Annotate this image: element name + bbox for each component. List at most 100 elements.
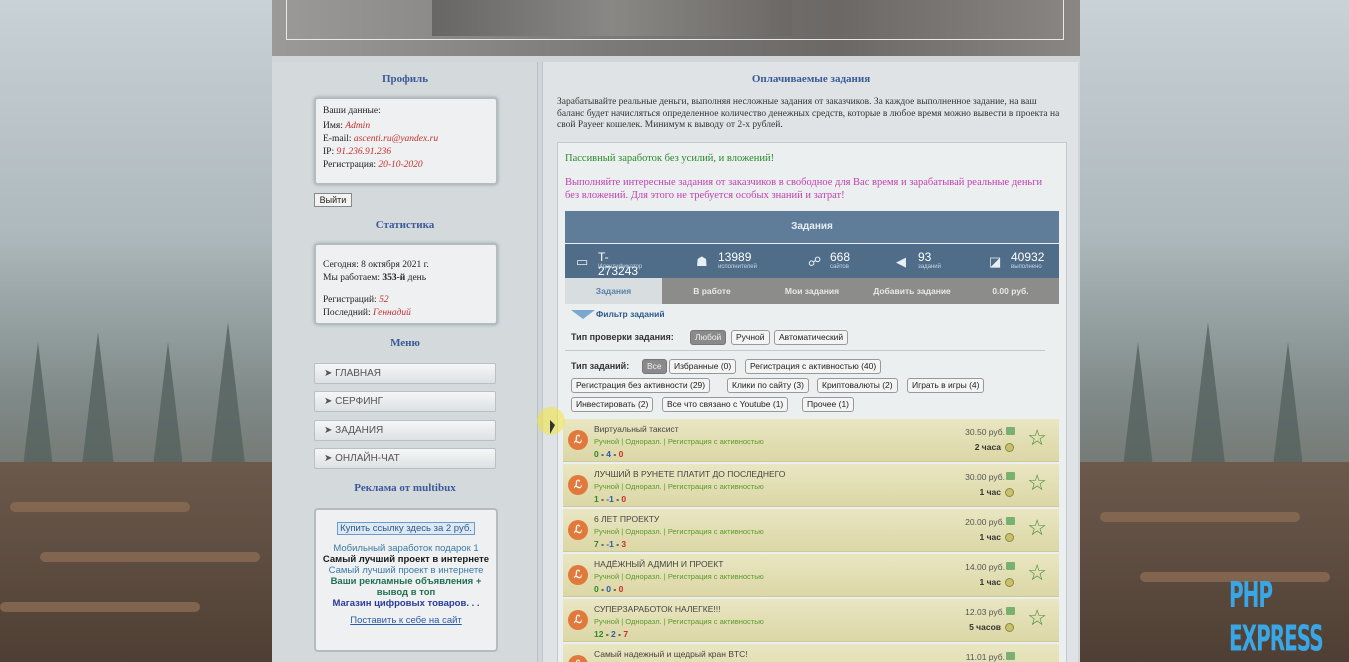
task-title[interactable]: СУПЕРЗАРАБОТОК НАЛЕГКЕ!!!	[594, 604, 720, 614]
stats-working-row: Мы работаем: 353-й день	[323, 272, 489, 285]
menu-item-tasks[interactable]: ➤ ЗАДАНИЯ	[314, 420, 496, 441]
type-chip-other[interactable]: Прочее (1)	[802, 397, 855, 412]
filter-title[interactable]: Фильтр заданий	[596, 309, 665, 319]
star-icon[interactable]: ☆	[1027, 427, 1047, 449]
type-chip-games[interactable]: Играть в игры (4)	[907, 378, 985, 393]
task-meta: Ручной | Одноразл. | Регистрация с актив…	[594, 617, 764, 626]
profile-title: Профиль	[381, 73, 429, 85]
log	[40, 552, 260, 562]
ad-link[interactable]: Мобильный заработок подарок 1	[316, 543, 496, 554]
counter-rejected: 7	[623, 629, 629, 639]
type-chip-invest[interactable]: Инвестировать (2)	[571, 397, 654, 412]
type-chip-clicks[interactable]: Клики по сайту (3)	[727, 378, 809, 393]
logout-button[interactable]: Выйти	[314, 193, 352, 207]
star-icon[interactable]: ☆	[1027, 562, 1047, 584]
counter-done: 7	[594, 539, 599, 549]
ad-link[interactable]: Самый лучший проект в интернете	[316, 554, 496, 565]
task-row[interactable]: ℒ СУПЕРЗАРАБОТОК НАЛЕГКЕ!!! Ручной | Одн…	[563, 599, 1059, 642]
task-row[interactable]: ℒ НАДЁЖНЫЙ АДМИН И ПРОЕКТ Ручной | Однор…	[563, 554, 1059, 597]
task-time: 2 часа	[974, 442, 1001, 452]
menu-item-chat[interactable]: ➤ ОНЛАЙН-ЧАТ	[314, 448, 496, 469]
menu-item-home[interactable]: ➤ ГЛАВНАЯ	[314, 363, 496, 384]
type-chip-favorites[interactable]: Избранные (0)	[669, 359, 737, 374]
tab-in-progress[interactable]: В работе	[662, 278, 762, 304]
stat-label: выполнено	[1011, 264, 1042, 270]
id-card-icon: ▭	[576, 254, 589, 269]
menu-item-surfing[interactable]: ➤ СЕРФИНГ	[314, 391, 496, 412]
log	[1100, 512, 1300, 522]
task-title[interactable]: ЛУЧШИЙ В РУНЕТЕ ПЛАТИТ ДО ПОСЛЕДНЕГО	[594, 469, 785, 479]
task-row[interactable]: ℒ Самый надежный и щедрый кран BTC! 11.0…	[563, 644, 1059, 662]
ad-link[interactable]: Магазин цифровых товаров. . .	[316, 598, 496, 609]
label: Имя:	[323, 121, 343, 131]
label: Мы работаем:	[323, 273, 380, 283]
counter-progress: 0	[606, 584, 612, 594]
task-time: 1 час	[979, 532, 1001, 542]
tab-tasks[interactable]: Задания	[565, 278, 662, 304]
tab-my-tasks[interactable]: Мои задания	[762, 278, 862, 304]
type-chip-reg-active[interactable]: Регистрация с активностью (40)	[745, 359, 882, 374]
tasks-panel: Пассивный заработок без усилий, и вложен…	[557, 142, 1067, 662]
money-icon	[1006, 427, 1015, 435]
stats-regs: 52	[379, 295, 389, 305]
money-icon	[1006, 652, 1015, 660]
ads-title: Реклама от multibux	[354, 482, 456, 494]
task-meta: Ручной | Одноразл. | Регистрация с актив…	[594, 572, 764, 581]
stats-days: 353-й	[382, 273, 406, 283]
type-chip-reg-passive[interactable]: Регистрация без активности (29)	[571, 378, 711, 393]
divider	[565, 350, 1045, 351]
star-icon[interactable]: ☆	[1027, 472, 1047, 494]
megaphone-icon: ◀	[896, 254, 906, 269]
counter-done: 0	[594, 584, 599, 594]
type-chip-crypto[interactable]: Криптовалюты (2)	[817, 378, 898, 393]
type-chip-youtube[interactable]: Все что связано с Youtube (1)	[662, 397, 789, 412]
stat-value: 668	[830, 250, 851, 264]
promo-green: Пассивный заработок без усилий, и вложен…	[565, 153, 775, 164]
stats-last-user: Геннадий	[373, 308, 411, 318]
task-price: 11.01 руб.	[965, 652, 1005, 662]
profile-reg-row: Регистрация: 20-10-2020	[323, 159, 489, 172]
clock-icon	[1005, 623, 1014, 632]
task-title[interactable]: Самый надежный и щедрый кран BTC!	[594, 649, 748, 659]
money-icon	[1006, 562, 1015, 570]
tab-balance[interactable]: 0.00 руб.	[962, 278, 1059, 304]
filter-toggle-icon[interactable]	[571, 310, 595, 319]
task-price: 30.00 руб.	[965, 472, 1005, 482]
task-type-icon: ℒ	[568, 655, 588, 662]
task-row[interactable]: ℒ Виртуальный таксист Ручной | Одноразл.…	[563, 419, 1059, 462]
task-row[interactable]: ℒ 6 ЛЕТ ПРОЕКТУ Ручной | Одноразл. | Рег…	[563, 509, 1059, 552]
site-container: Профиль Ваши данные: Имя: Admin E-mail: …	[272, 0, 1080, 662]
place-ad-link[interactable]: Поставить к себе на сайт	[316, 615, 496, 626]
task-price: 14.00 руб.	[965, 562, 1005, 572]
ad-link[interactable]: Самый лучший проект в интернете	[316, 565, 496, 576]
buy-link-button[interactable]: Купить ссылку здесь за 2 руб.	[337, 522, 475, 535]
stat-label: сайтов	[830, 264, 849, 270]
tab-add-task[interactable]: Добавить задание	[862, 278, 962, 304]
type-chip-all[interactable]: Все	[642, 359, 667, 374]
stat-value: 13989	[718, 250, 752, 264]
label: IP:	[323, 147, 335, 157]
label: день	[407, 273, 427, 283]
promo-pink: Выполняйте интересные задания от заказчи…	[565, 177, 1043, 201]
task-title[interactable]: 6 ЛЕТ ПРОЕКТУ	[594, 514, 659, 524]
ad-link[interactable]: Ваши рекламные объявления + вывод в топ	[316, 576, 496, 598]
task-title[interactable]: НАДЁЖНЫЙ АДМИН И ПРОЕКТ	[594, 559, 723, 569]
clock-icon	[1005, 443, 1014, 452]
stat-value: 93	[918, 250, 932, 264]
task-type-icon: ℒ	[568, 475, 588, 495]
tree	[210, 322, 246, 472]
counter-done: 0	[594, 449, 599, 459]
task-counters: 12 - 2 - 7	[594, 629, 629, 639]
task-title[interactable]: Виртуальный таксист	[594, 424, 679, 434]
money-icon	[1006, 472, 1015, 480]
profile-name-row: Имя: Admin	[323, 120, 489, 133]
profile-box: Ваши данные: Имя: Admin E-mail: ascenti.…	[314, 97, 498, 185]
check-manual-chip[interactable]: Ручной	[731, 330, 770, 345]
check-auto-chip[interactable]: Автоматический	[774, 330, 849, 345]
check-any-chip[interactable]: Любой	[690, 330, 727, 345]
stat-label: Идентификатор	[598, 264, 643, 270]
task-row[interactable]: ℒ ЛУЧШИЙ В РУНЕТЕ ПЛАТИТ ДО ПОСЛЕДНЕГО Р…	[563, 464, 1059, 507]
star-icon[interactable]: ☆	[1027, 607, 1047, 629]
star-icon[interactable]: ☆	[1027, 517, 1047, 539]
tasks-tabs: Задания В работе Мои задания Добавить за…	[565, 278, 1059, 304]
